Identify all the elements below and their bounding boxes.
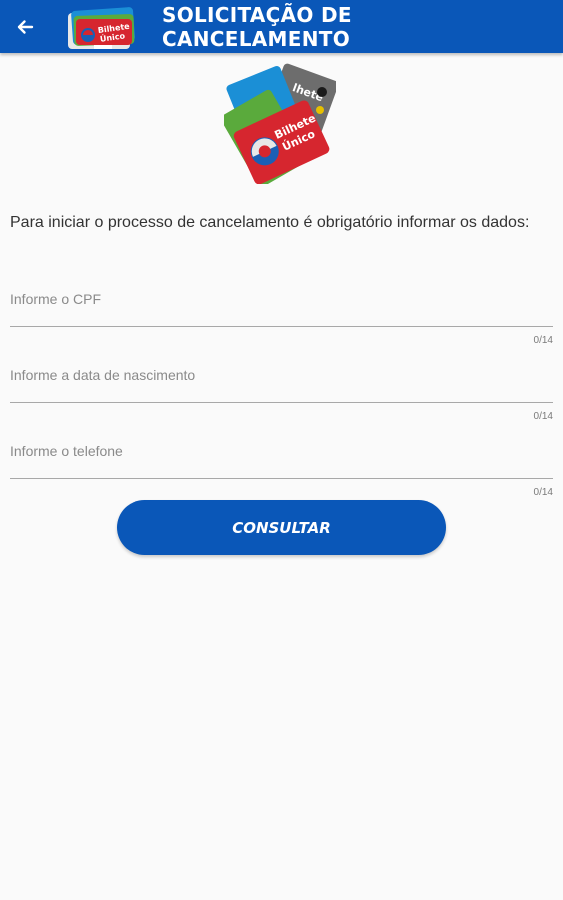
page-title-line-2: CANCELAMENTO xyxy=(162,27,351,51)
app-header: Bilhete Único SOLICITAÇÃO DE CANCELAMENT… xyxy=(0,0,563,53)
bilhete-unico-logo-icon: Bilhete Único xyxy=(68,7,135,49)
birthdate-placeholder: Informe a data de nascimento xyxy=(10,367,196,383)
intro-text: Para iniciar o processo de cancelamento … xyxy=(10,214,530,231)
arrow-left-icon xyxy=(17,20,34,34)
cpf-underline xyxy=(10,326,553,327)
page-title-line-1: SOLICITAÇÃO DE xyxy=(162,3,352,27)
cpf-counter: 0/14 xyxy=(533,335,553,346)
app-screen: Bilhete Único SOLICITAÇÃO DE CANCELAMENT… xyxy=(0,0,563,900)
phone-underline xyxy=(10,478,553,479)
bilhete-unico-cards-icon: lhete Bilhete Único xyxy=(224,63,336,184)
phone-placeholder: Informe o telefone xyxy=(10,443,123,459)
birthdate-underline xyxy=(10,402,553,403)
page-title: SOLICITAÇÃO DE CANCELAMENTO xyxy=(162,3,352,51)
cpf-field[interactable]: Informe o CPF 0/14 xyxy=(10,291,553,351)
consultar-button[interactable]: CONSULTAR xyxy=(117,500,446,555)
back-button[interactable] xyxy=(10,12,40,42)
phone-field[interactable]: Informe o telefone 0/14 xyxy=(10,443,553,503)
birthdate-field[interactable]: Informe a data de nascimento 0/14 xyxy=(10,367,553,427)
phone-counter: 0/14 xyxy=(533,487,553,498)
birthdate-counter: 0/14 xyxy=(533,411,553,422)
cpf-placeholder: Informe o CPF xyxy=(10,291,102,307)
